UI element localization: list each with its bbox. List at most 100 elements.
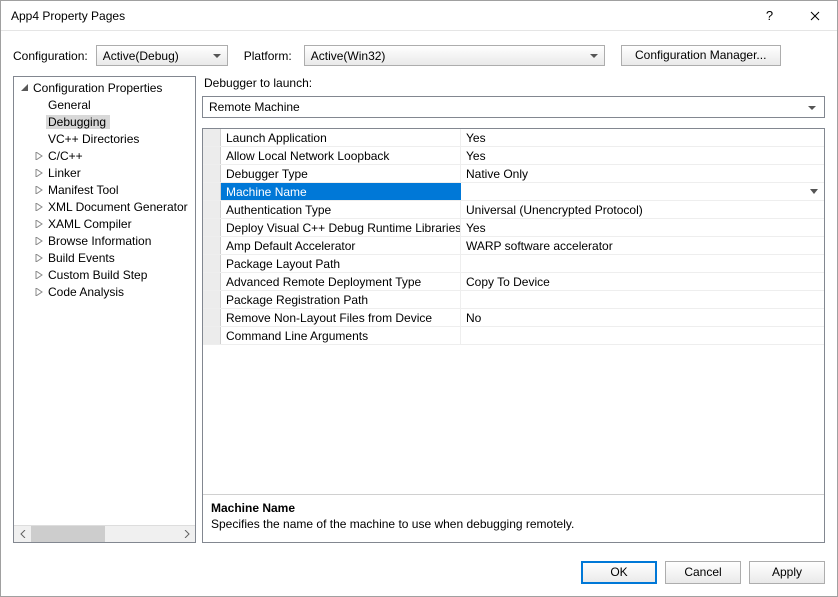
property-value[interactable]: [461, 183, 824, 200]
titlebar: App4 Property Pages ?: [1, 1, 837, 31]
grid-gutter: [203, 147, 221, 164]
property-row[interactable]: Advanced Remote Deployment TypeCopy To D…: [203, 273, 824, 291]
config-row: Configuration: Active(Debug) Platform: A…: [1, 31, 837, 76]
scroll-track[interactable]: [31, 526, 178, 543]
property-row[interactable]: Amp Default AcceleratorWARP software acc…: [203, 237, 824, 255]
property-name: Deploy Visual C++ Debug Runtime Librarie…: [221, 219, 461, 236]
debugger-launch-label: Debugger to launch:: [202, 76, 825, 96]
cancel-button[interactable]: Cancel: [665, 561, 741, 584]
property-value[interactable]: Universal (Unencrypted Protocol): [461, 201, 824, 218]
tree-item-label: Debugging: [46, 115, 110, 129]
grid-gutter: [203, 219, 221, 236]
grid-gutter: [203, 183, 221, 200]
property-value[interactable]: Yes: [461, 147, 824, 164]
expander-closed-icon: [32, 288, 46, 296]
tree-item[interactable]: Code Analysis: [14, 283, 195, 300]
expander-closed-icon: [32, 271, 46, 279]
property-value[interactable]: [461, 291, 824, 308]
tree-item[interactable]: Custom Build Step: [14, 266, 195, 283]
property-row[interactable]: Package Registration Path: [203, 291, 824, 309]
property-pages-dialog: App4 Property Pages ? Configuration: Act…: [0, 0, 838, 597]
tree-item-label: General: [46, 98, 95, 112]
property-value[interactable]: [461, 255, 824, 272]
tree-inner[interactable]: Configuration Properties General Debugging…: [14, 77, 195, 525]
description-pane: Machine Name Specifies the name of the m…: [203, 494, 824, 542]
expander-closed-icon: [32, 254, 46, 262]
chevron-left-icon: [20, 530, 26, 538]
platform-combo-value: Active(Win32): [311, 49, 386, 63]
expander-closed-icon: [32, 152, 46, 160]
help-icon: ?: [766, 8, 773, 23]
property-name: Allow Local Network Loopback: [221, 147, 461, 164]
configuration-combo[interactable]: Active(Debug): [96, 45, 228, 66]
grid-gutter: [203, 201, 221, 218]
property-row[interactable]: Authentication TypeUniversal (Unencrypte…: [203, 201, 824, 219]
tree-item[interactable]: VC++ Directories: [14, 130, 195, 147]
property-value[interactable]: Yes: [461, 129, 824, 146]
close-button[interactable]: [792, 1, 837, 30]
property-row[interactable]: Machine Name: [203, 183, 824, 201]
tree-item-label: Linker: [46, 166, 85, 180]
expander-closed-icon: [32, 169, 46, 177]
property-name: Amp Default Accelerator: [221, 237, 461, 254]
grid-gutter: [203, 309, 221, 326]
property-value[interactable]: Native Only: [461, 165, 824, 182]
tree-item[interactable]: C/C++: [14, 147, 195, 164]
expander-closed-icon: [32, 203, 46, 211]
tree-item-label: Browse Information: [46, 234, 155, 248]
tree-item[interactable]: Browse Information: [14, 232, 195, 249]
property-name: Advanced Remote Deployment Type: [221, 273, 461, 290]
scroll-thumb[interactable]: [31, 526, 105, 543]
expander-closed-icon: [32, 237, 46, 245]
debugger-launch-combo[interactable]: Remote Machine: [202, 96, 825, 118]
property-row[interactable]: Debugger TypeNative Only: [203, 165, 824, 183]
property-name: Command Line Arguments: [221, 327, 461, 344]
tree-item[interactable]: XAML Compiler: [14, 215, 195, 232]
tree-item-root[interactable]: Configuration Properties: [14, 79, 195, 96]
tree-item-label: Code Analysis: [46, 285, 128, 299]
property-name: Package Layout Path: [221, 255, 461, 272]
tree-item[interactable]: Debugging: [14, 113, 195, 130]
configuration-manager-button[interactable]: Configuration Manager...: [621, 45, 781, 66]
tree-item[interactable]: Manifest Tool: [14, 181, 195, 198]
help-button[interactable]: ?: [747, 1, 792, 30]
tree-item[interactable]: Linker: [14, 164, 195, 181]
tree-item-label: XAML Compiler: [46, 217, 136, 231]
property-value[interactable]: Yes: [461, 219, 824, 236]
grid-gutter: [203, 165, 221, 182]
tree-item-label: Custom Build Step: [46, 268, 151, 282]
property-value[interactable]: [461, 327, 824, 344]
scroll-left-button[interactable]: [14, 526, 31, 543]
grid-gutter: [203, 291, 221, 308]
apply-button[interactable]: Apply: [749, 561, 825, 584]
configuration-label: Configuration:: [13, 49, 88, 63]
footer: OK Cancel Apply: [1, 553, 837, 596]
tree-item-label: XML Document Generator: [46, 200, 192, 214]
property-row[interactable]: Deploy Visual C++ Debug Runtime Librarie…: [203, 219, 824, 237]
property-row[interactable]: Package Layout Path: [203, 255, 824, 273]
tree-item[interactable]: XML Document Generator: [14, 198, 195, 215]
property-grid[interactable]: Launch ApplicationYesAllow Local Network…: [203, 129, 824, 494]
property-row[interactable]: Remove Non-Layout Files from DeviceNo: [203, 309, 824, 327]
ok-button[interactable]: OK: [581, 561, 657, 584]
tree-item-label: Configuration Properties: [31, 81, 166, 95]
property-value[interactable]: Copy To Device: [461, 273, 824, 290]
tree-item-label: Build Events: [46, 251, 119, 265]
scroll-right-button[interactable]: [178, 526, 195, 543]
property-value[interactable]: No: [461, 309, 824, 326]
property-row[interactable]: Allow Local Network LoopbackYes: [203, 147, 824, 165]
property-row[interactable]: Command Line Arguments: [203, 327, 824, 345]
platform-label: Platform:: [244, 49, 292, 63]
description-text: Specifies the name of the machine to use…: [211, 517, 816, 531]
platform-combo[interactable]: Active(Win32): [304, 45, 605, 66]
tree-item[interactable]: General: [14, 96, 195, 113]
property-name: Authentication Type: [221, 201, 461, 218]
property-row[interactable]: Launch ApplicationYes: [203, 129, 824, 147]
tree-item[interactable]: Build Events: [14, 249, 195, 266]
window-title: App4 Property Pages: [11, 9, 747, 23]
expander-closed-icon: [32, 220, 46, 228]
tree-item-label: Manifest Tool: [46, 183, 122, 197]
tree-hscrollbar[interactable]: [14, 525, 195, 542]
property-value[interactable]: WARP software accelerator: [461, 237, 824, 254]
tree-item-label: C/C++: [46, 149, 87, 163]
